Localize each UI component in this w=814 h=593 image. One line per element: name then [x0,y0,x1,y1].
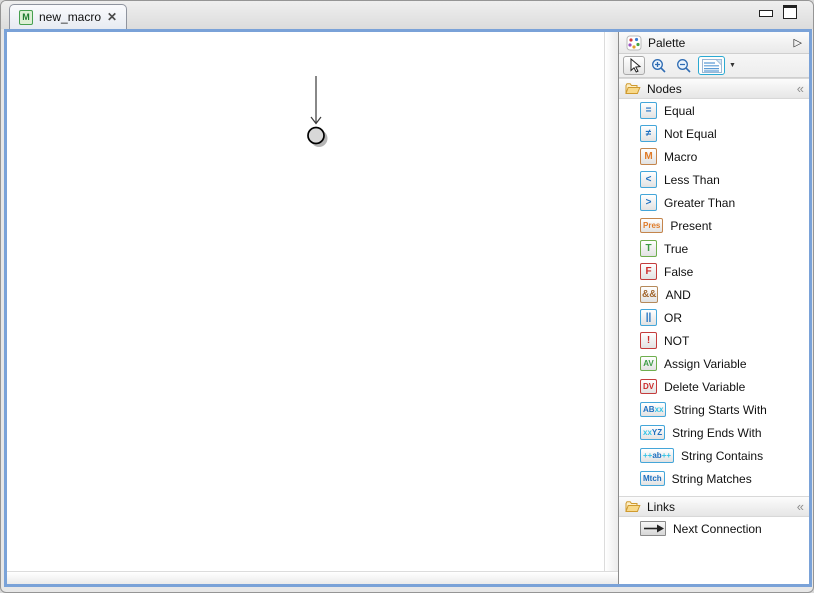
palette-flyout-arrow[interactable]: ▷ [794,36,802,49]
palette-icon [626,35,642,51]
palette-item-label: Less Than [664,173,720,187]
string-starts-with-icon: ABxx [640,402,666,417]
palette-item-string-ends-with[interactable]: xxYZ String Ends With [619,421,809,444]
true-icon: T [640,240,657,257]
folder-open-icon [625,500,641,513]
zoom-in-icon [651,58,667,74]
palette-item-label: OR [664,311,682,325]
pin-icon[interactable]: « [797,499,803,514]
nodes-section-label: Nodes [647,82,682,96]
palette-item-label: True [664,242,688,256]
palette-item-label: Delete Variable [664,380,745,394]
zoom-out-icon [676,58,692,74]
palette-item-equal[interactable]: = Equal [619,99,809,122]
cursor-arrow-icon [628,58,641,73]
connector-arrow[interactable] [311,76,321,124]
false-icon: F [640,263,657,280]
zoom-in-tool[interactable] [648,56,670,75]
editor-frame: Palette ▷ [4,29,812,587]
palette-item-label: Present [670,219,711,233]
assign-variable-icon: AV [640,356,657,371]
palette-item-label: Equal [664,104,695,118]
horizontal-scrollbar[interactable] [7,571,618,584]
equal-icon: = [640,102,657,119]
palette-item-and[interactable]: && AND [619,283,809,306]
not-icon: ! [640,332,657,349]
palette-item-label: Assign Variable [664,357,747,371]
editor-tab-bar: M new_macro ✕ [1,1,813,29]
diagram-graphics [7,32,604,571]
string-contains-icon: ++ab++ [640,448,674,463]
palette-item-label: False [664,265,693,279]
palette-item-label: String Matches [672,472,752,486]
links-section-header[interactable]: Links « [619,496,809,517]
circle-node[interactable] [308,128,328,148]
palette-item-or[interactable]: || OR [619,306,809,329]
palette-item-label: Next Connection [673,522,762,536]
less-than-icon: < [640,171,657,188]
palette-item-label: AND [665,288,690,302]
palette-item-macro[interactable]: M Macro [619,145,809,168]
delete-variable-icon: DV [640,379,657,394]
next-connection-icon [640,521,666,536]
nodes-section-header[interactable]: Nodes « [619,78,809,99]
nodes-item-list: = Equal ≠ Not Equal M Macro < Less Than > Greater… [619,99,809,490]
tab-title: new_macro [39,10,101,24]
note-tool[interactable] [698,56,725,75]
palette-item-not-equal[interactable]: ≠ Not Equal [619,122,809,145]
macro-document-icon: M [19,10,33,25]
window-controls [759,5,797,19]
palette-item-true[interactable]: T True [619,237,809,260]
note-icon [702,59,722,73]
palette-item-label: String Ends With [672,426,761,440]
zoom-out-tool[interactable] [673,56,695,75]
palette-item-less-than[interactable]: < Less Than [619,168,809,191]
palette-item-false[interactable]: F False [619,260,809,283]
minimize-icon[interactable] [759,10,773,17]
palette-item-not[interactable]: ! NOT [619,329,809,352]
palette-item-delete-variable[interactable]: DV Delete Variable [619,375,809,398]
palette-item-label: String Starts With [673,403,766,417]
and-icon: && [640,286,658,303]
tab-new-macro[interactable]: M new_macro ✕ [9,4,127,29]
palette-title: Palette [648,36,685,50]
palette-toolbar: ▼ [619,54,809,78]
diagram-canvas[interactable] [7,32,604,571]
application-window: M new_macro ✕ [0,0,814,593]
vertical-scrollbar[interactable] [604,32,618,571]
palette-item-label: Not Equal [664,127,717,141]
string-ends-with-icon: xxYZ [640,425,665,440]
palette-item-label: String Contains [681,449,763,463]
maximize-icon[interactable] [783,5,797,19]
greater-than-icon: > [640,194,657,211]
or-icon: || [640,309,657,326]
macro-icon: M [640,148,657,165]
palette-panel: Palette ▷ [618,32,809,584]
close-icon[interactable]: ✕ [107,11,117,23]
palette-item-assign-variable[interactable]: AV Assign Variable [619,352,809,375]
palette-item-string-matches[interactable]: Mtch String Matches [619,467,809,490]
pin-icon[interactable]: « [797,81,803,96]
present-icon: Pres [640,218,663,233]
palette-item-string-contains[interactable]: ++ab++ String Contains [619,444,809,467]
palette-section-nodes: Nodes « = Equal ≠ Not Equal M Macro < Less Than… [619,78,809,490]
note-tool-dropdown-icon[interactable]: ▼ [729,62,736,69]
palette-header[interactable]: Palette ▷ [619,32,809,54]
palette-item-label: Macro [664,150,697,164]
links-section-label: Links [647,500,675,514]
string-matches-icon: Mtch [640,471,665,486]
palette-item-label: NOT [664,334,689,348]
not-equal-icon: ≠ [640,125,657,142]
links-item-list: Next Connection [619,517,809,540]
palette-item-string-starts-with[interactable]: ABxx String Starts With [619,398,809,421]
folder-open-icon [625,82,641,95]
select-tool[interactable] [623,56,645,75]
palette-item-present[interactable]: Pres Present [619,214,809,237]
palette-section-links: Links « Next Connection [619,496,809,540]
palette-item-next-connection[interactable]: Next Connection [619,517,809,540]
palette-item-label: Greater Than [664,196,735,210]
palette-item-greater-than[interactable]: > Greater Than [619,191,809,214]
